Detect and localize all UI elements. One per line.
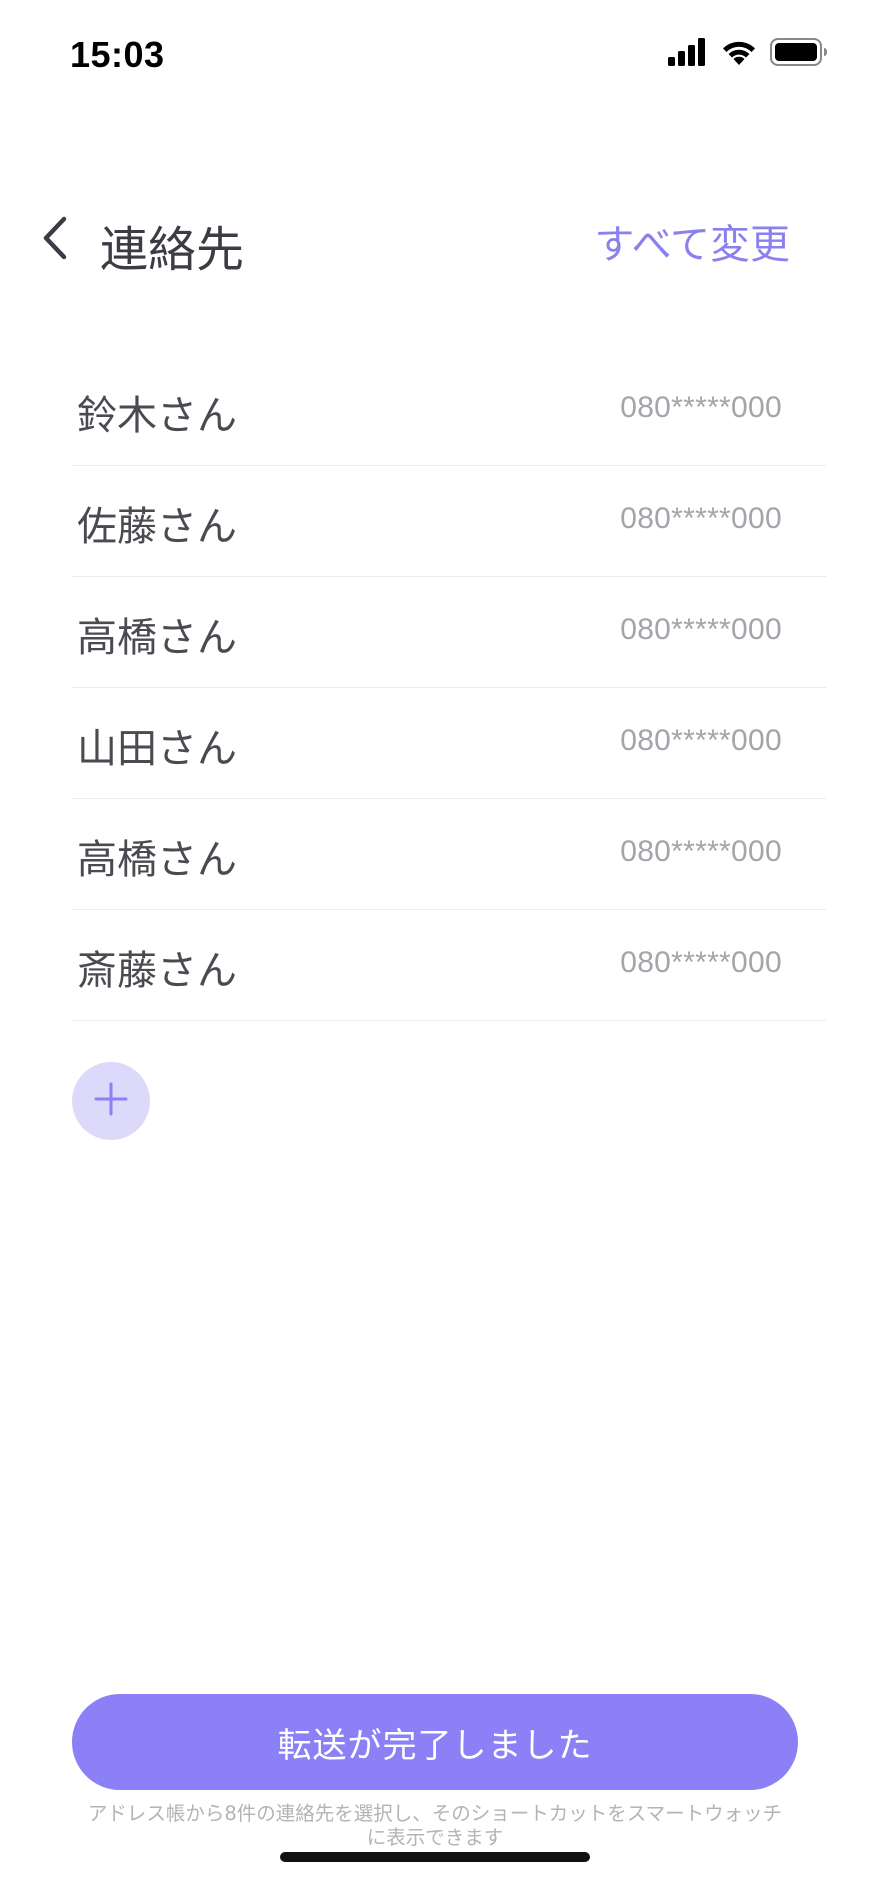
page-title: 連絡先 — [100, 222, 245, 278]
contact-list: 鈴木さん 080*****000 佐藤さん 080*****000 高橋さん 0… — [72, 355, 826, 1021]
status-bar: 15:03 — [0, 0, 870, 110]
contact-row[interactable]: 高橋さん 080*****000 — [72, 799, 826, 910]
contact-phone: 080*****000 — [620, 946, 782, 979]
transfer-complete-button[interactable]: 転送が完了しました — [72, 1694, 798, 1790]
battery-icon — [770, 38, 828, 70]
cellular-signal-icon — [668, 38, 708, 70]
contact-phone: 080*****000 — [620, 613, 782, 646]
contact-phone: 080*****000 — [620, 502, 782, 535]
back-button[interactable] — [30, 214, 80, 266]
status-time: 15:03 — [70, 34, 165, 75]
contact-name: 山田さん — [77, 726, 237, 772]
plus-icon — [93, 1081, 129, 1121]
contact-name: 佐藤さん — [77, 504, 237, 550]
contact-row[interactable]: 佐藤さん 080*****000 — [72, 466, 826, 577]
footnote-line: アドレス帳から8件の連絡先を選択し、そのショートカットをスマートウォッチ — [87, 1802, 783, 1825]
footnote-text: アドレス帳から8件の連絡先を選択し、そのショートカットをスマートウォッチ に表示… — [60, 1802, 810, 1850]
contact-row[interactable]: 鈴木さん 080*****000 — [72, 355, 826, 466]
navigation-header: 連絡先 すべて変更 — [0, 200, 870, 280]
home-indicator — [280, 1852, 590, 1862]
contact-name: 高橋さん — [77, 615, 237, 661]
chevron-left-icon — [40, 215, 70, 265]
status-icons — [668, 38, 828, 70]
wifi-icon — [720, 38, 758, 70]
contact-row[interactable]: 山田さん 080*****000 — [72, 688, 826, 799]
contact-name: 鈴木さん — [77, 393, 237, 439]
footnote-line: に表示できます — [366, 1826, 504, 1849]
contact-name: 高橋さん — [77, 837, 237, 883]
contact-row[interactable]: 斎藤さん 080*****000 — [72, 910, 826, 1021]
contact-phone: 080*****000 — [620, 835, 782, 868]
change-all-button[interactable]: すべて変更 — [594, 212, 790, 270]
contact-phone: 080*****000 — [620, 391, 782, 424]
contact-phone: 080*****000 — [620, 724, 782, 757]
add-contact-button[interactable] — [72, 1062, 150, 1140]
contact-row[interactable]: 高橋さん 080*****000 — [72, 577, 826, 688]
contact-name: 斎藤さん — [77, 948, 237, 994]
